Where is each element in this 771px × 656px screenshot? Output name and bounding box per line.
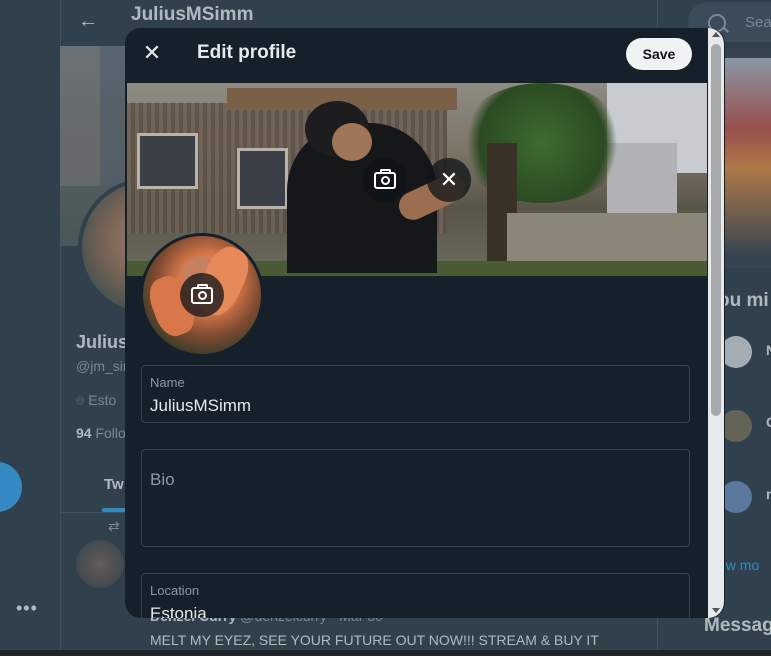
location-field-label: Location bbox=[150, 583, 200, 598]
add-avatar-photo-button[interactable] bbox=[180, 273, 224, 317]
modal-header: ✕ Edit profile Save bbox=[125, 28, 725, 82]
bottom-edge bbox=[0, 650, 771, 656]
bio-field[interactable]: Bio bbox=[141, 449, 690, 547]
location-field-value[interactable]: Estonia bbox=[150, 604, 207, 618]
close-button[interactable]: ✕ bbox=[135, 36, 169, 70]
close-icon: ✕ bbox=[439, 167, 459, 192]
profile-avatar-edit bbox=[140, 233, 264, 357]
add-banner-photo-button[interactable] bbox=[363, 158, 407, 202]
edit-profile-dialog: ✕ Edit profile Save ✕ Name JuliusMSimm B… bbox=[125, 28, 725, 618]
close-icon: ✕ bbox=[142, 40, 162, 65]
camera-icon bbox=[191, 283, 213, 304]
camera-icon bbox=[374, 168, 396, 189]
location-field[interactable]: Location Estonia bbox=[141, 573, 690, 618]
scroll-down-arrow-icon[interactable] bbox=[712, 608, 720, 613]
name-field-value[interactable]: JuliusMSimm bbox=[150, 396, 251, 416]
scroll-thumb[interactable] bbox=[711, 44, 721, 416]
name-field[interactable]: Name JuliusMSimm bbox=[141, 365, 690, 423]
name-field-label: Name bbox=[150, 375, 185, 390]
save-button[interactable]: Save bbox=[626, 38, 692, 70]
remove-banner-button[interactable]: ✕ bbox=[427, 158, 471, 202]
bio-field-placeholder: Bio bbox=[150, 470, 175, 489]
modal-title: Edit profile bbox=[197, 42, 297, 63]
modal-scrollbar[interactable] bbox=[708, 28, 724, 618]
scroll-up-arrow-icon[interactable] bbox=[712, 32, 720, 37]
